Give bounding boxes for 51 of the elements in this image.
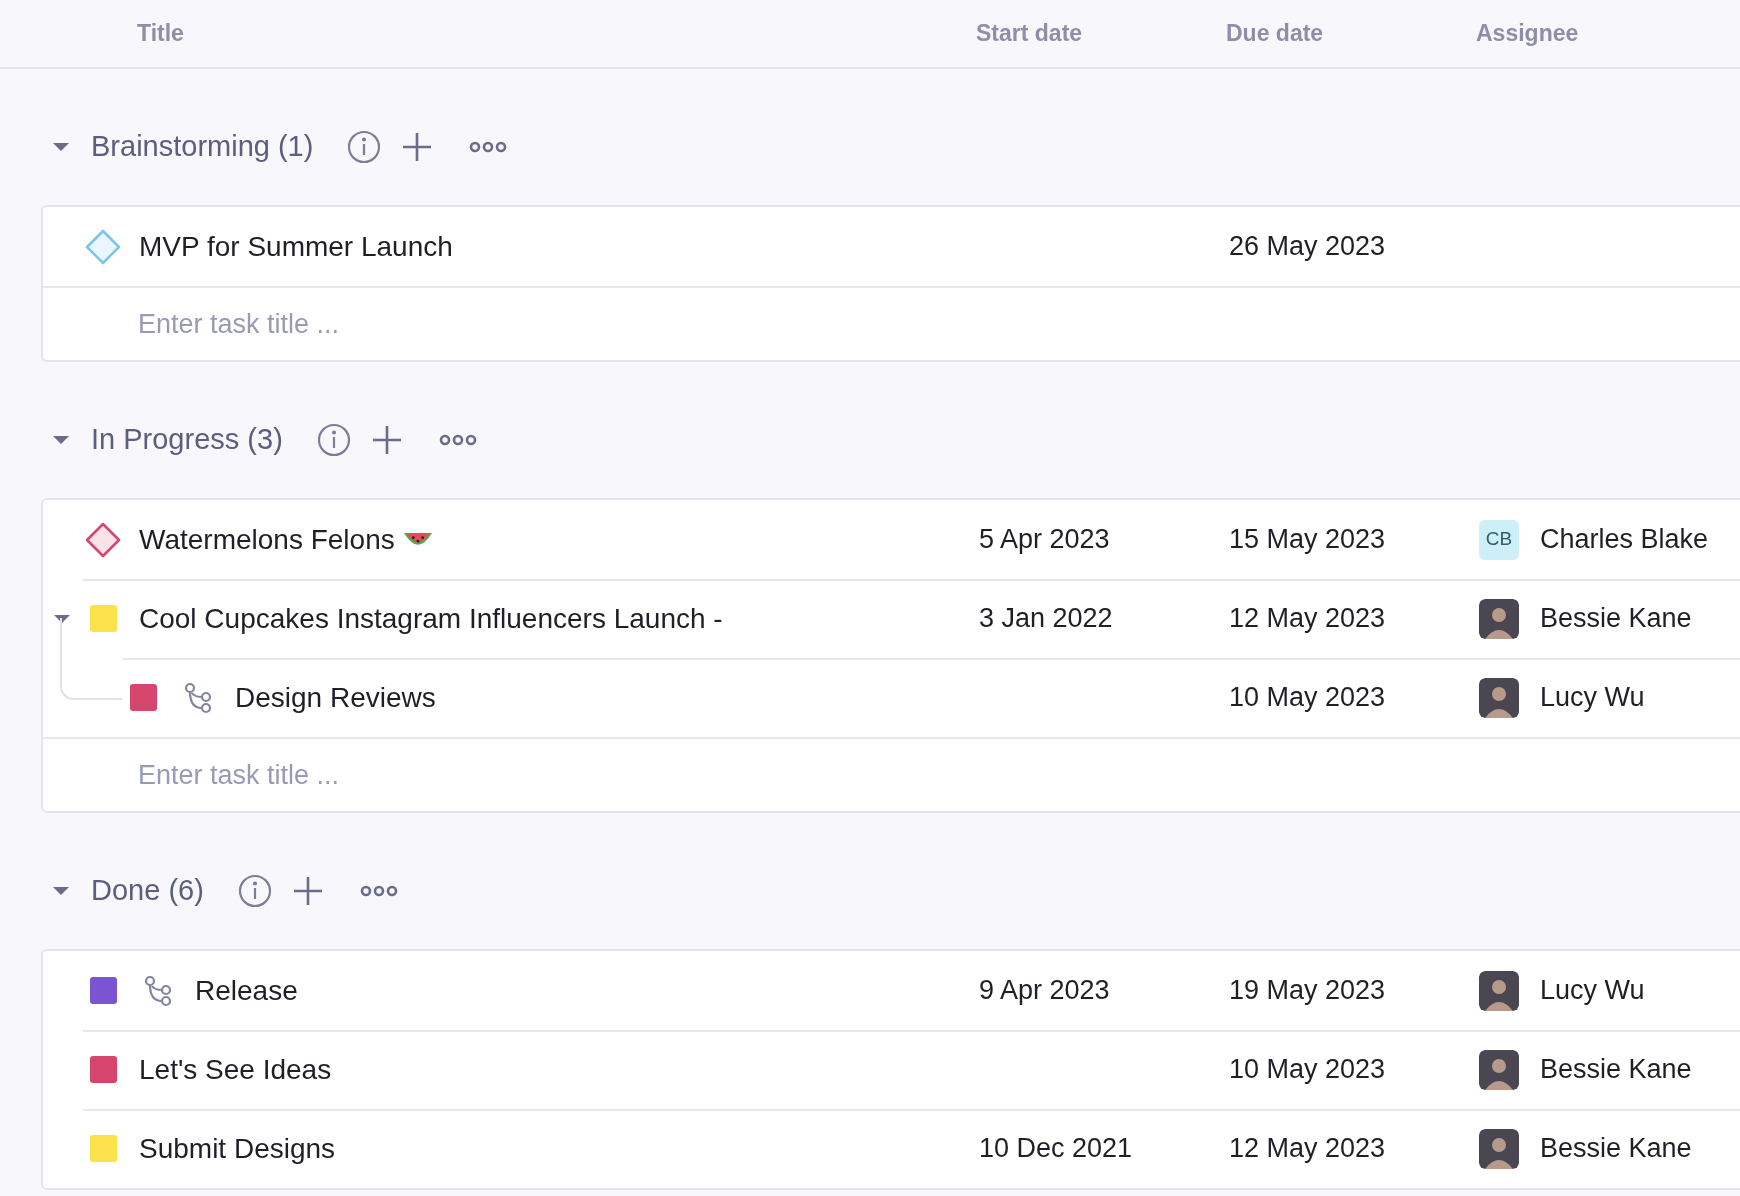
task-title[interactable]: Release bbox=[195, 969, 298, 1012]
start-date: 9 Apr 2023 bbox=[979, 975, 1110, 1006]
avatar-silhouette bbox=[1479, 1049, 1519, 1090]
initials-avatar: CB bbox=[1479, 519, 1519, 560]
task-title[interactable]: Cool Cupcakes Instagram Influencers Launch - bbox=[139, 597, 723, 640]
caret-icon[interactable] bbox=[53, 613, 71, 624]
more-icon[interactable] bbox=[469, 140, 508, 154]
assignee-name: Lucy Wu bbox=[1540, 681, 1645, 715]
caret-icon[interactable] bbox=[52, 142, 70, 152]
task-title[interactable]: Watermelons Felons bbox=[139, 518, 404, 561]
due-date: 19 May 2023 bbox=[1229, 975, 1386, 1006]
avatar-silhouette bbox=[1479, 598, 1519, 639]
due-date: 12 May 2023 bbox=[1229, 1133, 1386, 1164]
task-title-input[interactable]: Enter task title ... bbox=[138, 754, 838, 796]
start-date: 10 Dec 2021 bbox=[979, 1133, 1133, 1164]
assignee-name: Bessie Kane bbox=[1540, 1132, 1692, 1166]
more-icon[interactable] bbox=[438, 433, 477, 447]
more-icon[interactable] bbox=[359, 884, 398, 898]
assignee-name: Charles Blake bbox=[1540, 523, 1709, 557]
group-title[interactable]: Done (6) bbox=[91, 869, 204, 913]
watermelon-icon bbox=[403, 532, 432, 547]
due-date: 26 May 2023 bbox=[1229, 231, 1386, 262]
info-icon[interactable] bbox=[237, 874, 272, 908]
caret-icon[interactable] bbox=[52, 435, 70, 445]
branch-icon bbox=[143, 974, 173, 1007]
info-icon[interactable] bbox=[347, 130, 382, 164]
plus-icon[interactable] bbox=[370, 424, 403, 456]
caret-icon[interactable] bbox=[52, 886, 70, 896]
avatar-silhouette bbox=[1479, 970, 1519, 1011]
task-title[interactable]: Let's See Ideas bbox=[139, 1048, 332, 1091]
task-title[interactable]: MVP for Summer Launch bbox=[139, 225, 453, 268]
avatar-silhouette bbox=[1479, 677, 1519, 718]
start-date: 3 Jan 2022 bbox=[979, 603, 1113, 634]
task-title-input[interactable]: Enter task title ... bbox=[138, 303, 838, 345]
assignee-name: Bessie Kane bbox=[1540, 1053, 1692, 1087]
due-date: 10 May 2023 bbox=[1229, 1054, 1386, 1085]
plus-icon[interactable] bbox=[401, 131, 434, 163]
group-title[interactable]: In Progress (3) bbox=[91, 418, 283, 462]
plus-icon[interactable] bbox=[291, 875, 324, 907]
due-date: 15 May 2023 bbox=[1229, 524, 1386, 555]
start-date: 5 Apr 2023 bbox=[979, 524, 1110, 555]
group-title[interactable]: Brainstorming (1) bbox=[91, 125, 314, 169]
branch-icon bbox=[183, 681, 213, 714]
due-date: 10 May 2023 bbox=[1229, 682, 1386, 713]
assignee-name: Lucy Wu bbox=[1540, 974, 1645, 1008]
info-icon[interactable] bbox=[316, 423, 351, 457]
due-date: 12 May 2023 bbox=[1229, 603, 1386, 634]
task-title[interactable]: Design Reviews bbox=[235, 676, 436, 719]
assignee-name: Bessie Kane bbox=[1540, 602, 1692, 636]
avatar-silhouette bbox=[1479, 1128, 1519, 1169]
task-title[interactable]: Submit Designs bbox=[139, 1127, 336, 1170]
